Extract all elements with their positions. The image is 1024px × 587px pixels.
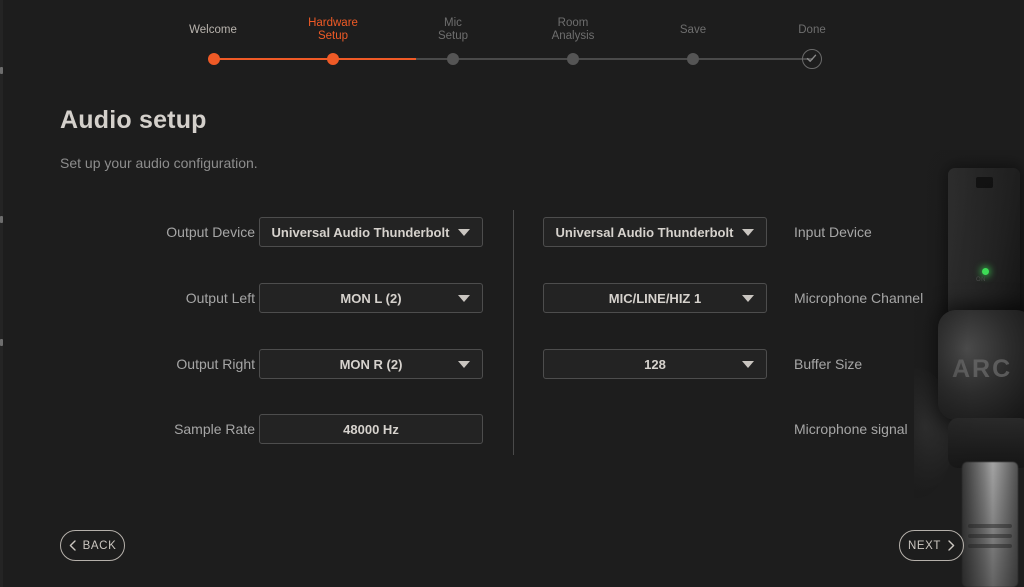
- step-label-done[interactable]: Done: [757, 24, 867, 37]
- audio-setup-window: ON ARC Welcome Hardware Setup Mic Setup …: [0, 0, 1024, 587]
- step-label-line1: Welcome: [189, 24, 237, 36]
- step-dot-welcome[interactable]: [208, 53, 220, 65]
- buffer-size-value: 128: [644, 356, 666, 372]
- form-row-microphone-channel: MIC/LINE/HIZ 1 Microphone Channel: [0, 283, 1024, 313]
- step-dot-hardware-setup[interactable]: [327, 53, 339, 65]
- chevron-right-icon: [948, 540, 955, 551]
- page-subtitle: Set up your audio configuration.: [60, 155, 258, 171]
- stepper-labels: Welcome Hardware Setup Mic Setup Room An…: [0, 0, 1024, 50]
- input-device-label: Input Device: [794, 224, 872, 240]
- step-label-mic-setup[interactable]: Mic Setup: [398, 17, 508, 43]
- mic-slot: [976, 177, 993, 188]
- step-label-room-analysis[interactable]: Room Analysis: [518, 17, 628, 43]
- microphone-channel-value: MIC/LINE/HIZ 1: [608, 290, 702, 306]
- buffer-size-select[interactable]: 128: [543, 349, 767, 379]
- step-label-line1: Mic: [444, 17, 462, 29]
- step-dot-save[interactable]: [687, 53, 699, 65]
- step-label-line1: Done: [798, 24, 826, 36]
- step-label-welcome[interactable]: Welcome: [158, 24, 268, 37]
- next-button[interactable]: NEXT: [899, 530, 964, 561]
- step-label-line2: Setup: [317, 30, 349, 42]
- mic-grille: [962, 462, 1018, 587]
- microphone-channel-label: Microphone Channel: [794, 290, 924, 306]
- step-dot-room-analysis[interactable]: [567, 53, 579, 65]
- step-label-line2: Analysis: [551, 30, 595, 42]
- step-label-hardware-setup[interactable]: Hardware Setup: [278, 17, 388, 43]
- next-button-label: NEXT: [907, 539, 942, 552]
- chevron-left-icon: [69, 540, 76, 551]
- chevron-down-icon: [742, 360, 754, 368]
- back-button[interactable]: BACK: [60, 530, 125, 561]
- input-device-select[interactable]: Universal Audio Thunderbolt: [543, 217, 767, 247]
- step-label-line1: Hardware: [308, 17, 358, 29]
- chevron-down-icon: [742, 294, 754, 302]
- input-device-value: Universal Audio Thunderbolt: [555, 224, 734, 240]
- microphone-channel-select[interactable]: MIC/LINE/HIZ 1: [543, 283, 767, 313]
- buffer-size-label: Buffer Size: [794, 356, 863, 372]
- chevron-down-icon: [742, 228, 755, 236]
- page-title: Audio setup: [60, 106, 207, 134]
- step-label-save[interactable]: Save: [638, 24, 748, 37]
- edge-tick: [0, 339, 3, 346]
- step-label-line1: Save: [679, 24, 707, 36]
- setup-stepper: Welcome Hardware Setup Mic Setup Room An…: [0, 0, 1024, 86]
- microphone-signal-label: Microphone signal: [794, 421, 908, 437]
- form-row-microphone-signal: Microphone signal: [0, 414, 1024, 444]
- step-check-done[interactable]: [802, 49, 822, 69]
- back-button-label: BACK: [82, 539, 117, 552]
- mic-power-led: [982, 268, 989, 275]
- step-dot-mic-setup[interactable]: [447, 53, 459, 65]
- check-icon: [806, 54, 817, 62]
- step-label-line2: Setup: [437, 30, 469, 42]
- mic-grille-band: [968, 544, 1012, 548]
- mic-grille-band: [968, 524, 1012, 528]
- step-label-line1: Room: [557, 17, 589, 29]
- stepper-track-progress: [213, 58, 416, 60]
- form-row-buffer-size: 128 Buffer Size: [0, 349, 1024, 379]
- form-row-input-device: Universal Audio Thunderbolt Input Device: [0, 217, 1024, 247]
- mic-grille-band: [968, 534, 1012, 538]
